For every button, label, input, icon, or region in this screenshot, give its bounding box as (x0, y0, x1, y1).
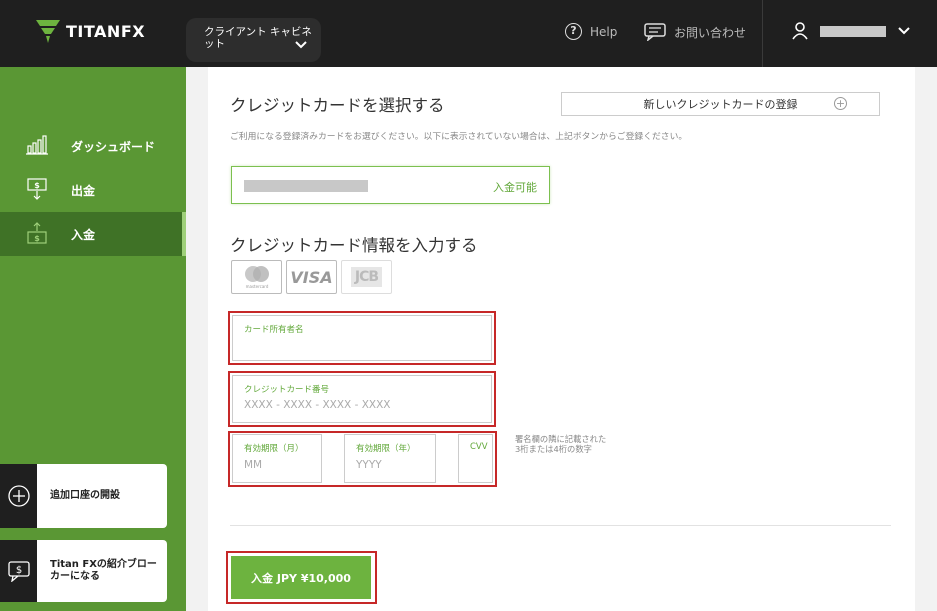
expiry-month-label: 有効期限（月） (244, 444, 304, 454)
contact-label: お問い合わせ (674, 25, 747, 40)
visa-logo: VISA (286, 260, 337, 294)
help-icon: ? (565, 23, 582, 40)
help-label: Help (590, 24, 618, 39)
open-account-label: 追加口座の開設 (50, 490, 120, 501)
chevron-down-icon (295, 40, 307, 52)
select-card-note: ご利用になる登録済みカードをお選びください。以下に表示されていない場合は、上記ボ… (230, 132, 688, 142)
plus-icon: + (834, 97, 847, 110)
jcb-logo: JCB (341, 260, 392, 294)
mastercard-logo-text: mastercard (245, 284, 268, 289)
sidebar-item-dashboard[interactable]: ダッシュボード (0, 124, 186, 168)
cvv-label: CVV (470, 442, 488, 452)
expiry-year-label: 有効期限（年） (356, 444, 416, 454)
mastercard-logo: mastercard (231, 260, 282, 294)
open-additional-account-button[interactable]: 追加口座の開設 (0, 464, 167, 528)
deposit-submit-button[interactable]: 入金 JPY ¥10,000 (231, 556, 371, 599)
titanfx-logo-icon (36, 20, 60, 43)
cardholder-name-field[interactable]: カード所有者名 (232, 315, 492, 361)
money-chat-icon: $ (0, 540, 37, 602)
chat-icon (644, 23, 666, 41)
user-chevron-down-icon (898, 24, 910, 38)
select-card-title: クレジットカードを選択する (230, 96, 445, 115)
card-number-placeholder: XXXX - XXXX - XXXX - XXXX (244, 399, 391, 411)
main-panel: クレジットカードを選択する 新しいクレジットカードの登録 + ご利用になる登録済… (208, 67, 915, 611)
ib-label: Titan FXの紹介ブロー カーになる (37, 559, 157, 583)
contact-link[interactable]: お問い合わせ (644, 23, 746, 41)
jcb-logo-text: JCB (350, 267, 383, 287)
person-icon (792, 22, 808, 40)
cvv-field[interactable]: CVV (458, 434, 493, 483)
ib-label-line1: Titan FXの紹介ブロー (50, 559, 157, 570)
expiry-month-field[interactable]: 有効期限（月） MM (232, 434, 322, 483)
saved-card-status: 入金可能 (493, 181, 537, 194)
cardholder-name-label: カード所有者名 (244, 325, 304, 335)
help-link[interactable]: ? Help (565, 23, 617, 40)
client-cabinet-dropdown[interactable]: クライアント キャビネ ット (186, 18, 321, 62)
svg-text:$: $ (34, 181, 40, 190)
sidebar-item-withdraw[interactable]: $ 出金 (0, 168, 186, 212)
cabinet-label-line1: クライアント キャビネ (204, 26, 312, 38)
svg-text:$: $ (15, 565, 21, 576)
become-ib-button[interactable]: $ Titan FXの紹介ブロー カーになる (0, 540, 167, 602)
user-menu[interactable] (792, 22, 910, 40)
enter-card-info-title: クレジットカード情報を入力する (230, 236, 478, 255)
titanfx-logo[interactable]: TITANFX (36, 18, 145, 44)
logo-text: TITANFX (66, 21, 146, 41)
register-new-card-button[interactable]: 新しいクレジットカードの登録 + (561, 92, 880, 116)
svg-text:$: $ (34, 234, 40, 243)
visa-logo-text: VISA (290, 267, 333, 287)
sidebar-item-label: ダッシュボード (71, 139, 156, 154)
bar-chart-icon (26, 135, 48, 155)
sidebar-item-deposit[interactable]: $ 入金 (0, 212, 186, 256)
cvv-note: 署名欄の隣に記載された3桁または4桁の数字 (515, 434, 607, 454)
saved-card-option[interactable]: 入金可能 (231, 166, 550, 204)
ib-label-line2: カーになる (50, 571, 100, 582)
header-divider (762, 0, 763, 67)
deposit-icon: $ (27, 222, 47, 244)
user-name-masked (820, 25, 886, 37)
expiry-year-field[interactable]: 有効期限（年） YYYY (344, 434, 436, 483)
register-new-card-label: 新しいクレジットカードの登録 (643, 98, 798, 111)
card-number-field[interactable]: クレジットカード番号 XXXX - XXXX - XXXX - XXXX (232, 375, 492, 423)
masked-card-number (244, 180, 368, 192)
sidebar: ダッシュボード $ 出金 $ 入金 追加口座の開設 $ Titan FXの紹介ブ… (0, 67, 186, 611)
sidebar-item-label: 出金 (71, 183, 96, 198)
sidebar-item-label: 入金 (71, 227, 96, 242)
form-divider (230, 525, 891, 526)
top-bar: TITANFX クライアント キャビネ ット ? Help お問い合わせ (0, 0, 937, 67)
card-number-label: クレジットカード番号 (244, 385, 330, 395)
expiry-year-placeholder: YYYY (356, 459, 382, 471)
withdraw-icon: $ (27, 178, 47, 200)
expiry-month-placeholder: MM (244, 459, 263, 471)
plus-circle-icon (0, 464, 37, 528)
